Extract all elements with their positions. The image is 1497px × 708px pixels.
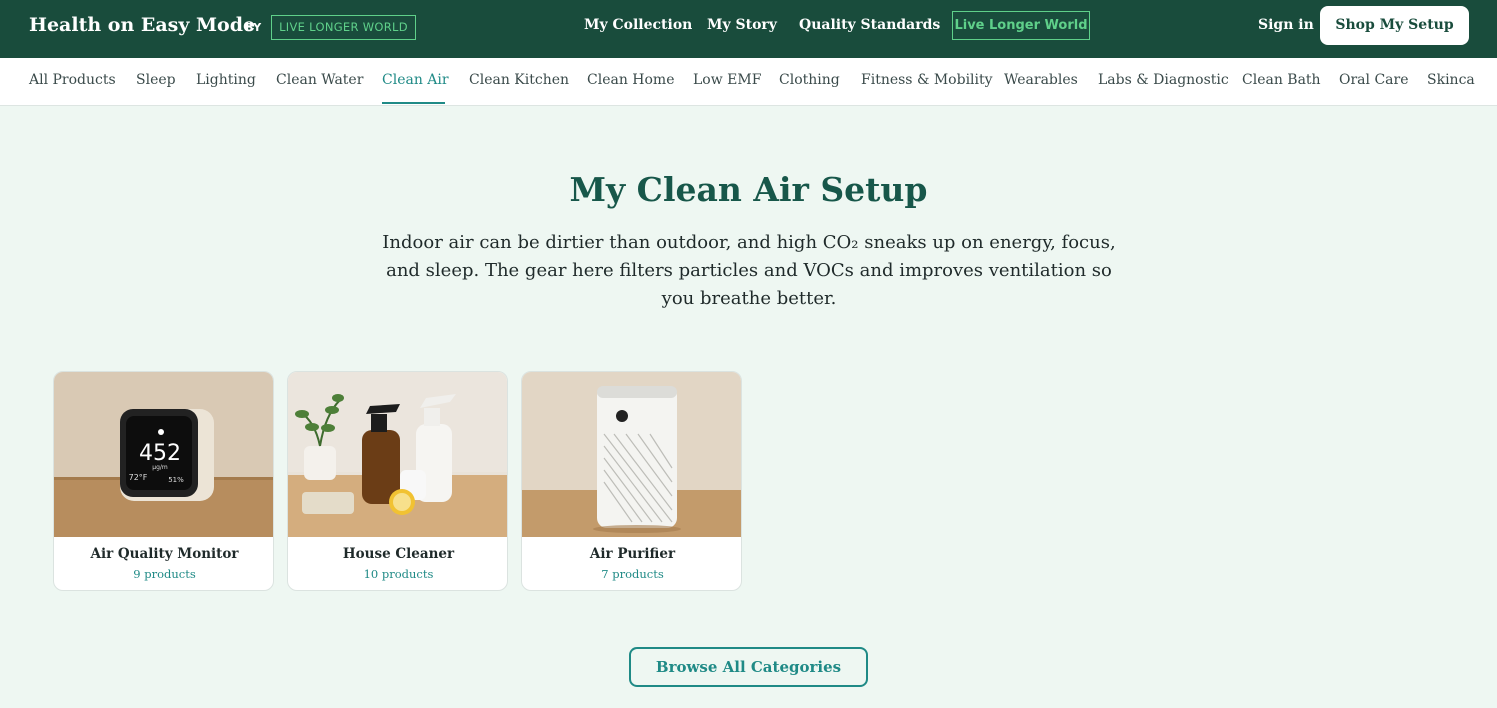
card-product-count: 10 products [363, 567, 434, 581]
card-product-count: 9 products [133, 567, 196, 581]
nav-my-story[interactable]: My Story [707, 17, 777, 33]
nav-live-longer-world[interactable]: Live Longer World [952, 11, 1090, 40]
category-oral-care[interactable]: Oral Care [1339, 72, 1408, 88]
svg-text:72°F: 72°F [129, 473, 148, 482]
card-title: House Cleaner [342, 546, 455, 562]
page-title: My Clean Air Setup [569, 170, 928, 209]
card-title: Air Purifier [589, 546, 676, 562]
air-purifier-image [522, 372, 741, 537]
category-low-emf[interactable]: Low EMF [693, 72, 761, 88]
brand-badge[interactable]: LIVE LONGER WORLD [271, 15, 416, 40]
sign-in-link[interactable]: Sign in [1258, 17, 1314, 33]
top-navigation-bar: Health on Easy Mode BY LIVE LONGER WORLD… [0, 0, 1497, 58]
active-category-underline [382, 102, 445, 104]
svg-text:452: 452 [139, 441, 181, 466]
house-cleaner-image [288, 372, 507, 537]
category-card-air-quality-monitor[interactable]: 452 µg/m 72°F 51% Air Quality Monitor 9 … [53, 371, 274, 591]
category-all-products[interactable]: All Products [29, 72, 116, 88]
svg-text:51%: 51% [168, 476, 184, 484]
page-description: Indoor air can be dirtier than outdoor, … [382, 232, 1116, 309]
svg-text:µg/m: µg/m [152, 464, 168, 471]
category-card-house-cleaner[interactable]: House Cleaner 10 products [287, 371, 508, 591]
category-clean-kitchen[interactable]: Clean Kitchen [469, 72, 569, 88]
category-fitness-mobility[interactable]: Fitness & Mobility [861, 72, 993, 88]
shop-my-setup-button[interactable]: Shop My Setup [1320, 6, 1469, 45]
nav-quality-standards[interactable]: Quality Standards [799, 17, 940, 33]
category-clean-air[interactable]: Clean Air [382, 72, 449, 88]
category-wearables[interactable]: Wearables [1004, 72, 1078, 88]
card-product-count: 7 products [601, 567, 664, 581]
nav-my-collection[interactable]: My Collection [584, 17, 692, 33]
brand-by-label: BY [245, 21, 262, 34]
category-clean-bath[interactable]: Clean Bath [1242, 72, 1321, 88]
card-title: Air Quality Monitor [90, 546, 239, 562]
category-labs-diagnostic[interactable]: Labs & Diagnostic [1098, 72, 1229, 88]
brand-logo[interactable]: Health on Easy Mode [29, 14, 255, 36]
category-card-air-purifier[interactable]: Air Purifier 7 products [521, 371, 742, 591]
category-navigation: All Products Sleep Lighting Clean Water … [0, 58, 1497, 106]
category-clothing[interactable]: Clothing [779, 72, 840, 88]
air-quality-monitor-image: 452 µg/m 72°F 51% [54, 372, 273, 537]
category-sleep[interactable]: Sleep [136, 72, 176, 88]
category-clean-home[interactable]: Clean Home [587, 72, 675, 88]
browse-all-categories-button[interactable]: Browse All Categories [629, 647, 868, 687]
category-lighting[interactable]: Lighting [196, 72, 256, 88]
category-skincare[interactable]: Skinca [1427, 72, 1475, 88]
category-clean-water[interactable]: Clean Water [276, 72, 363, 88]
